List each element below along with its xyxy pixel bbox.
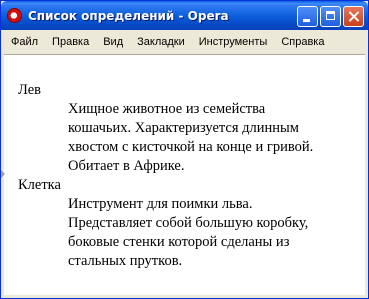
definition-list: Лев Хищное животное из семейства кошачьи… [18,81,359,271]
menu-help[interactable]: Справка [274,36,331,48]
definition-description: Хищное животное из семейства кошачьих. Х… [68,100,359,176]
window-title: Список определений - Opera [28,8,229,23]
description-line: кошачьих. Характеризуется длинным [68,120,299,136]
title-bar[interactable]: Список определений - Opera [1,1,368,30]
description-line: хвостом с кисточкой на конце и гривой. [68,139,314,155]
menu-bookmarks[interactable]: Закладки [130,36,192,48]
menu-file[interactable]: Файл [4,36,45,48]
menu-tools[interactable]: Инструменты [192,36,275,48]
opera-icon [7,8,22,23]
maximize-icon [326,11,335,20]
close-icon [344,7,363,26]
description-line: стальных прутков. [68,253,183,269]
description-line: Инструмент для поимки льва. [68,196,253,212]
definition-term: Лев [18,82,42,98]
page-content: Лев Хищное животное из семейства кошачьи… [1,54,365,295]
description-line: Представляет собой большую коробку, [68,215,309,231]
panel-toggle-arrow[interactable] [1,170,5,178]
description-line: Хищное животное из семейства [68,101,266,117]
minimize-button[interactable] [297,6,318,27]
menu-edit[interactable]: Правка [45,36,96,48]
definition-description: Инструмент для поимки льва. Представляет… [68,195,359,271]
maximize-button[interactable] [320,6,341,27]
close-button[interactable] [343,6,364,27]
minimize-icon [303,19,310,22]
menu-view[interactable]: Вид [96,36,130,48]
menu-bar: Файл Правка Вид Закладки Инструменты Спр… [4,31,365,53]
definition-term: Клетка [18,177,61,193]
description-line: боковые стенки которой сделаны из [68,234,290,250]
window-controls [297,6,364,27]
browser-window: Список определений - Opera Файл Правка В… [0,0,369,299]
description-line: Обитает в Африке. [68,158,185,174]
